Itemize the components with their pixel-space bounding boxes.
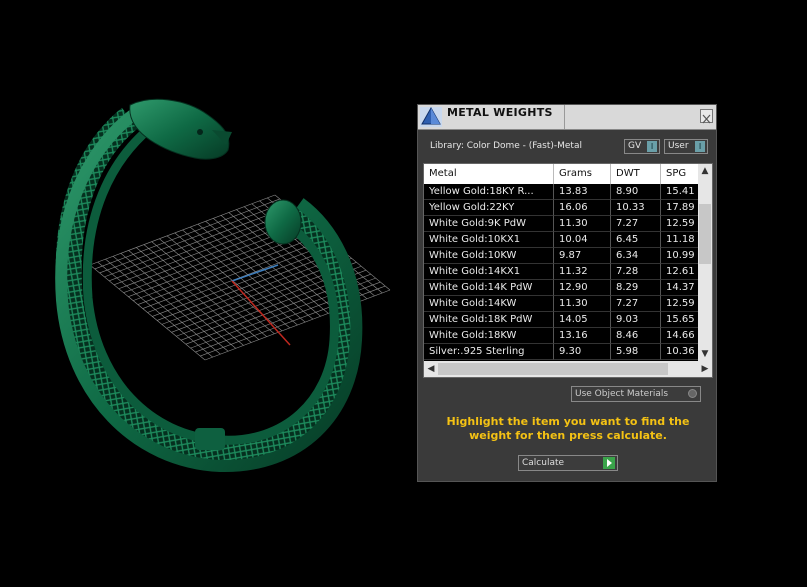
cell-spg: 15.65: [661, 312, 701, 328]
use-object-materials-toggle[interactable]: Use Object Materials: [571, 386, 701, 402]
user-label: User: [668, 141, 689, 151]
table-row[interactable]: White Gold:14KW 11.30 7.27 12.59: [424, 296, 701, 312]
scroll-right-icon[interactable]: ▶: [698, 361, 712, 377]
user-knob[interactable]: I: [695, 141, 705, 152]
table-row[interactable]: White Gold:18K PdW 14.05 9.03 15.65: [424, 312, 701, 328]
radio-icon[interactable]: [688, 389, 697, 398]
play-icon: [603, 457, 615, 469]
scroll-down-icon[interactable]: ▼: [698, 347, 712, 361]
library-label: Library: Color Dome - (Fast)-Metal: [430, 141, 582, 151]
cell-dwt: 8.46: [611, 328, 661, 344]
cell-metal: White Gold:10KW: [424, 248, 554, 264]
3d-viewport[interactable]: [0, 0, 410, 583]
cell-grams: 13.83: [554, 184, 611, 200]
cell-spg: 17.89: [661, 200, 701, 216]
cell-dwt: 7.27: [611, 216, 661, 232]
grid-line: [197, 223, 314, 320]
cell-metal: Yellow Gold:18KY R...: [424, 184, 554, 200]
cell-grams: 11.32: [554, 264, 611, 280]
cell-metal: Yellow Gold:22KY: [424, 200, 554, 216]
cell-grams: 14.05: [554, 312, 611, 328]
cell-grams: 13.16: [554, 328, 611, 344]
cell-dwt: 8.29: [611, 280, 661, 296]
cell-metal: White Gold:14KW: [424, 296, 554, 312]
cell-dwt: 7.28: [611, 264, 661, 280]
close-icon[interactable]: [700, 109, 713, 124]
vertical-scroll-thumb[interactable]: [699, 204, 711, 264]
column-header-dwt[interactable]: DWT: [611, 164, 661, 184]
table-row[interactable]: White Gold:10KX1 10.04 6.45 11.18: [424, 232, 701, 248]
table-row[interactable]: White Gold:10KW 9.87 6.34 10.99: [424, 248, 701, 264]
grid-line: [152, 246, 338, 317]
horizontal-scrollbar[interactable]: ◀ ▶: [424, 361, 712, 377]
cell-dwt: 6.45: [611, 232, 661, 248]
horizontal-scroll-thumb[interactable]: [438, 363, 668, 375]
table-row[interactable]: White Gold:14KX1 11.32 7.28 12.61: [424, 264, 701, 280]
calculate-label: Calculate: [522, 458, 565, 468]
table-header: Metal Grams DWT SPG: [424, 164, 701, 184]
column-header-grams[interactable]: Grams: [554, 164, 611, 184]
cell-grams: 16.06: [554, 200, 611, 216]
viewport-canvas[interactable]: [0, 0, 410, 583]
cell-spg: 10.99: [661, 248, 701, 264]
column-header-metal[interactable]: Metal: [424, 164, 554, 184]
gv-knob[interactable]: I: [647, 141, 657, 152]
cell-dwt: 10.33: [611, 200, 661, 216]
table-row[interactable]: Silver:.925 Sterling 9.30 5.98 10.36: [424, 344, 701, 360]
cell-dwt: 9.03: [611, 312, 661, 328]
cell-spg: 15.41: [661, 184, 701, 200]
panel-titlebar[interactable]: METAL WEIGHTS: [418, 105, 716, 130]
cell-grams: 11.30: [554, 216, 611, 232]
cell-grams: 9.30: [554, 344, 611, 360]
cell-spg: 12.59: [661, 216, 701, 232]
metal-table[interactable]: Metal Grams DWT SPG Yellow Gold:18KY R..…: [423, 163, 713, 378]
cell-metal: Silver:.925 Sterling: [424, 344, 554, 360]
column-header-spg[interactable]: SPG: [661, 164, 701, 184]
cell-metal: White Gold:10KX1: [424, 232, 554, 248]
gv-label: GV: [628, 141, 642, 151]
cell-grams: 12.90: [554, 280, 611, 296]
table-row[interactable]: White Gold:9K PdW 11.30 7.27 12.59: [424, 216, 701, 232]
cell-spg: 14.66: [661, 328, 701, 344]
grid-line: [156, 250, 343, 321]
titlebar-divider: [564, 105, 565, 129]
scroll-up-icon[interactable]: ▲: [698, 164, 712, 178]
cell-metal: White Gold:14KX1: [424, 264, 554, 280]
cell-spg: 10.36: [661, 344, 701, 360]
cell-metal: White Gold:14K PdW: [424, 280, 554, 296]
cell-dwt: 6.34: [611, 248, 661, 264]
user-toggle[interactable]: User I: [664, 139, 708, 154]
use-object-materials-label: Use Object Materials: [575, 389, 669, 399]
cell-spg: 11.18: [661, 232, 701, 248]
table-row[interactable]: White Gold:18KW 13.16 8.46 14.66: [424, 328, 701, 344]
cell-spg: 12.61: [661, 264, 701, 280]
table-row[interactable]: White Gold:14K PdW 12.90 8.29 14.37: [424, 280, 701, 296]
table-row[interactable]: Yellow Gold:22KY 16.06 10.33 17.89: [424, 200, 701, 216]
cell-spg: 12.59: [661, 296, 701, 312]
vertical-scrollbar[interactable]: ▲ ▼: [698, 164, 712, 361]
scroll-left-icon[interactable]: ◀: [424, 361, 438, 377]
cell-grams: 9.87: [554, 248, 611, 264]
instruction-text: Highlight the item you want to find the …: [446, 415, 690, 442]
cell-metal: White Gold:18KW: [424, 328, 554, 344]
panel-title: METAL WEIGHTS: [447, 106, 553, 119]
cell-grams: 10.04: [554, 232, 611, 248]
cell-dwt: 7.27: [611, 296, 661, 312]
cell-grams: 11.30: [554, 296, 611, 312]
pyramid-icon: [420, 106, 442, 127]
table-row[interactable]: Yellow Gold:18KY R... 13.83 8.90 15.41: [424, 184, 701, 200]
cell-dwt: 8.90: [611, 184, 661, 200]
gv-toggle[interactable]: GV I: [624, 139, 660, 154]
cell-metal: White Gold:18K PdW: [424, 312, 554, 328]
cell-metal: White Gold:9K PdW: [424, 216, 554, 232]
calculate-button[interactable]: Calculate: [518, 455, 618, 471]
cell-dwt: 5.98: [611, 344, 661, 360]
cell-spg: 14.37: [661, 280, 701, 296]
serpent-bangle-model[interactable]: [55, 98, 363, 473]
metal-weights-panel: METAL WEIGHTS Library: Color Dome - (Fas…: [417, 104, 717, 482]
